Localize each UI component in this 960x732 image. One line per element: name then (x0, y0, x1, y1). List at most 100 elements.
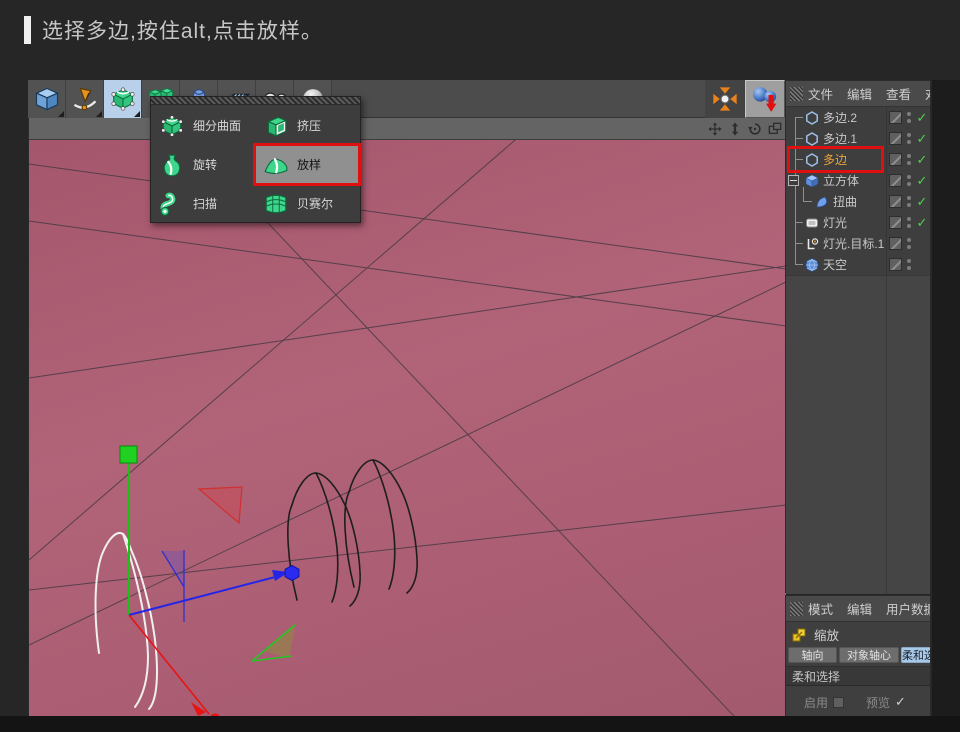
panel-drag-handle[interactable] (790, 87, 803, 101)
bezier-icon (263, 191, 289, 217)
tab-object-axis[interactable]: 对象轴心 (839, 647, 899, 663)
object-row-light-target[interactable]: 灯光.目标.1 (786, 233, 930, 254)
menu-item-label: 扫描 (193, 195, 217, 212)
menu-item-sweep[interactable]: 扫描 (151, 184, 255, 223)
gizmo-plane-green-fill (263, 626, 295, 658)
visibility-dots[interactable] (905, 133, 913, 144)
gizmo-y-handle[interactable] (120, 446, 137, 463)
preview-label: 预览 (844, 694, 890, 711)
gizmo-z-axis[interactable] (129, 615, 209, 714)
sweep-icon (159, 191, 185, 217)
enable-check[interactable]: ✓ (914, 194, 930, 210)
layer-toggle[interactable] (889, 237, 902, 250)
om-menu-object[interactable]: 对象 (925, 84, 930, 103)
object-row-bend[interactable]: 扭曲 ✓ (786, 191, 930, 212)
spline-pen-button[interactable] (66, 80, 104, 118)
generators-flyout-menu: 细分曲面 挤压 旋转 放样 扫描 贝赛尔 (150, 96, 361, 223)
cube-primitive-button[interactable] (28, 80, 66, 118)
tree-child-connector (803, 187, 812, 202)
visibility-dots[interactable] (905, 112, 913, 123)
menu-item-subdivision-surface[interactable]: 细分曲面 (151, 106, 255, 145)
page-title-text: 选择多边,按住alt,点击放样。 (42, 15, 323, 45)
enable-check[interactable]: ✓ (914, 173, 930, 189)
visibility-dots[interactable] (905, 154, 913, 165)
viewport-titlebar (29, 118, 786, 140)
collapse-expander[interactable] (788, 175, 799, 186)
menu-item-lathe[interactable]: 旋转 (151, 145, 255, 184)
visibility-dots[interactable] (905, 196, 913, 207)
page-title: 选择多边,按住alt,点击放样。 (24, 15, 323, 45)
attributes-menubar: 模式 编辑 用户数据 (786, 596, 930, 622)
attributes-manager-panel: 模式 编辑 用户数据 缩放 轴向 对象轴心 柔和选择 柔和选择 启用 预览 ✓ … (785, 595, 931, 732)
axis-lock-button[interactable] (705, 80, 745, 118)
gizmo-x-axis[interactable] (129, 576, 279, 615)
polygon-spline-selected[interactable] (96, 533, 157, 709)
bend-deformer-icon (814, 194, 830, 210)
layer-toggle[interactable] (889, 153, 902, 166)
gizmo-x-handle[interactable] (285, 566, 299, 581)
main-toolbar (28, 80, 785, 118)
layer-toggle[interactable] (889, 216, 902, 229)
active-tool-row: 缩放 (786, 622, 930, 647)
menu-item-label: 旋转 (193, 156, 217, 173)
layer-toggle[interactable] (889, 174, 902, 187)
om-menu-view[interactable]: 查看 (886, 84, 911, 103)
axis-lock-icon (711, 85, 739, 113)
object-manager-menubar: 文件 编辑 查看 对象 (786, 81, 930, 107)
preview-checkbox[interactable]: ✓ (895, 694, 908, 710)
generators-button[interactable] (104, 80, 142, 118)
screenshot-root: 选择多边,按住alt,点击放样。 (0, 0, 960, 732)
viewport-pan-icon[interactable] (708, 122, 722, 136)
enable-check[interactable]: ✓ (914, 110, 930, 126)
enable-checkbox[interactable] (833, 697, 844, 708)
tab-soft-selection[interactable]: 柔和选择 (901, 647, 931, 663)
panel-drag-handle[interactable] (790, 602, 803, 616)
visibility-dots[interactable] (905, 238, 913, 249)
enable-label: 启用 (786, 694, 828, 711)
visibility-dots[interactable] (905, 175, 913, 186)
object-row-sky[interactable]: 天空 (786, 254, 930, 275)
gizmo-z-arrow (191, 702, 206, 716)
enable-check[interactable]: ✓ (914, 152, 930, 168)
gizmo-rotate-plane-red[interactable] (199, 487, 242, 523)
selected-object-highlight-box (787, 146, 884, 173)
flyout-corner (58, 111, 64, 117)
am-menu-mode[interactable]: 模式 (808, 599, 833, 618)
soft-selection-section-header[interactable]: 柔和选择 (786, 666, 930, 686)
light-object-icon (804, 215, 820, 231)
am-menu-edit[interactable]: 编辑 (847, 599, 872, 618)
layer-toggle[interactable] (889, 195, 902, 208)
bottom-bar (0, 716, 960, 732)
spline-polygon-icon (804, 110, 820, 126)
object-row-polygon2[interactable]: 多边.2 ✓ (786, 107, 930, 128)
object-row-light[interactable]: 灯光 ✓ (786, 212, 930, 233)
polygon-spline-black-2[interactable] (345, 460, 417, 593)
object-manager-panel: 文件 编辑 查看 对象 多边.2 ✓ 多边.1 ✓ 多边 (785, 80, 931, 593)
enable-check[interactable]: ✓ (914, 215, 930, 231)
layer-toggle[interactable] (889, 111, 902, 124)
viewport-rotate-icon[interactable] (748, 122, 762, 136)
tab-axis[interactable]: 轴向 (788, 647, 837, 663)
menu-item-extrude[interactable]: 挤压 (255, 106, 359, 145)
lathe-icon (159, 152, 185, 178)
menu-item-loft[interactable]: 放样 (255, 145, 359, 184)
om-menu-file[interactable]: 文件 (808, 84, 833, 103)
am-menu-userdata[interactable]: 用户数据 (886, 599, 930, 618)
enable-check[interactable]: ✓ (914, 131, 930, 147)
menu-item-label: 挤压 (297, 117, 321, 134)
visibility-dots[interactable] (905, 217, 913, 228)
visibility-dots[interactable] (905, 259, 913, 270)
menu-item-label: 放样 (297, 156, 321, 173)
viewport-canvas[interactable] (29, 140, 786, 718)
object-manager-empty-area[interactable] (786, 275, 930, 594)
menu-item-bezier[interactable]: 贝赛尔 (255, 184, 359, 223)
om-menu-edit[interactable]: 编辑 (847, 84, 872, 103)
layer-toggle[interactable] (889, 132, 902, 145)
object-tree: 多边.2 ✓ 多边.1 ✓ 多边 ✓ 立方体 ✓ (786, 107, 930, 275)
viewport-zoom-icon[interactable] (728, 122, 742, 136)
layer-toggle[interactable] (889, 258, 902, 271)
viewport-panel (28, 118, 785, 718)
menu-tearoff-handle[interactable] (151, 97, 360, 105)
viewport-toggle-icon[interactable] (768, 122, 782, 136)
world-coordinates-button[interactable] (745, 80, 785, 118)
